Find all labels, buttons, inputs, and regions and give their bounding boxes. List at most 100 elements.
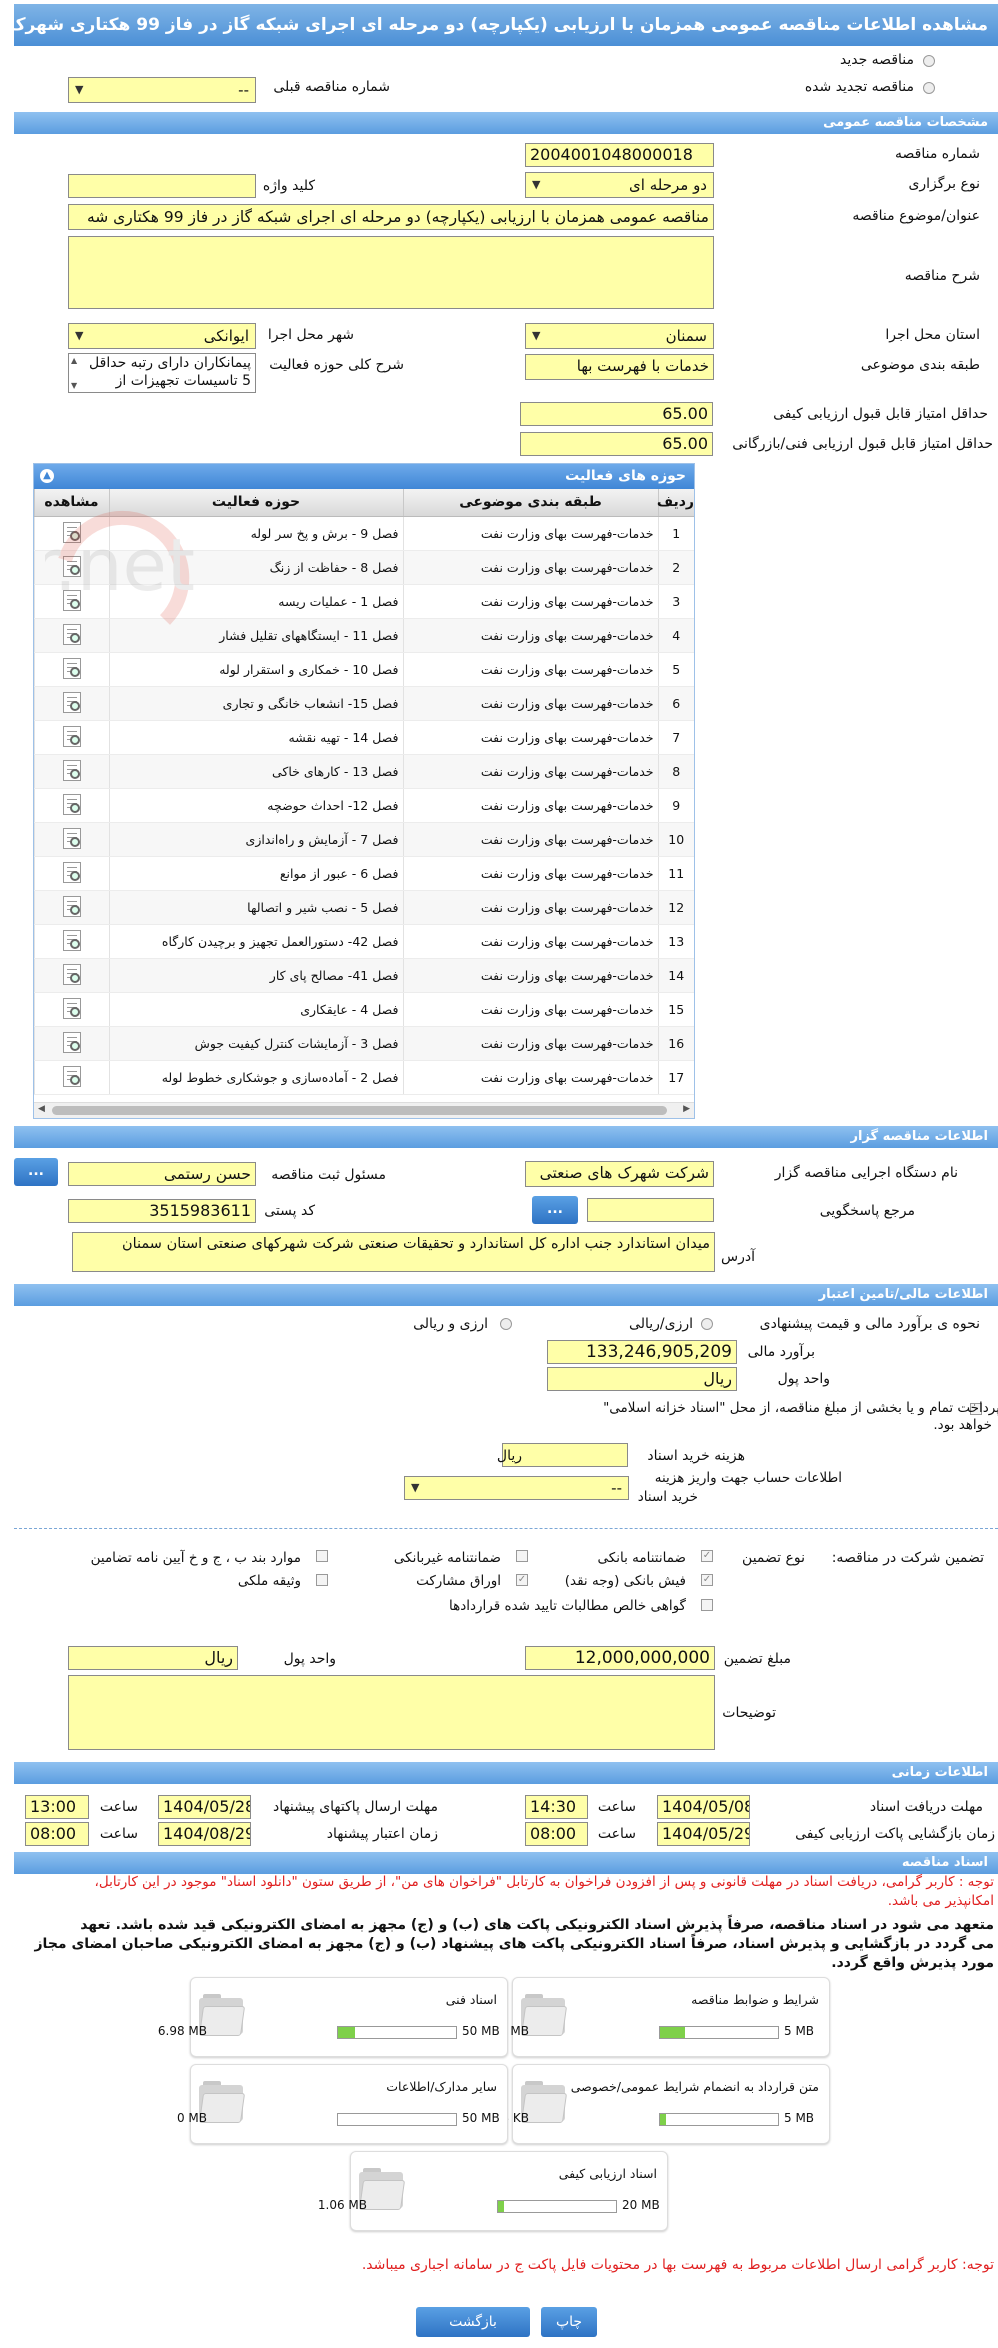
- scroll-right-icon[interactable]: ▶: [683, 1104, 690, 1114]
- col-header-category[interactable]: طبقه بندی موضوعی: [402, 489, 658, 517]
- document-file-card[interactable]: متن قرارداد به انضمام شرایط عمومی/خصوصی2…: [486, 2064, 830, 2144]
- net-claims-checkbox[interactable]: [701, 1599, 713, 1611]
- new-tender-radio[interactable]: [923, 55, 935, 67]
- estimate-field[interactable]: 133,246,905,209: [547, 1340, 737, 1364]
- address-field[interactable]: میدان استاندارد جنب اداره کل استاندارد و…: [72, 1232, 715, 1272]
- postal-code-field[interactable]: 3515983611: [68, 1199, 256, 1223]
- view-details-icon[interactable]: [59, 691, 85, 715]
- scroll-down-icon[interactable]: ▼: [71, 381, 77, 390]
- category-field[interactable]: خدمات با فهرست بها: [525, 354, 714, 380]
- view-details-icon[interactable]: [59, 657, 85, 681]
- table-row[interactable]: 1 خدمات-فهرست بهای وزارت نفت فصل 9 - برش و…: [34, 516, 694, 551]
- property-checkbox[interactable]: [316, 1574, 328, 1586]
- description-field[interactable]: [68, 236, 714, 309]
- table-row[interactable]: 9 خدمات-فهرست بهای وزارت نفت فصل 12- احداث…: [34, 788, 694, 823]
- guarantee-amount-field[interactable]: 12,000,000,000: [525, 1646, 715, 1670]
- bonds-checkbox[interactable]: ✓: [516, 1574, 528, 1586]
- tender-type-label: نوع برگزاری: [908, 176, 980, 192]
- document-file-card[interactable]: شرایط و ضوابط مناقصه1.06 MB5 MB: [480, 1977, 830, 2057]
- rial-radio[interactable]: [701, 1318, 713, 1330]
- fx-rial-radio[interactable]: [500, 1318, 512, 1330]
- document-file-card[interactable]: اسناد ارزیابی کیفی 1.06 MB 20 MB: [318, 2151, 668, 2231]
- doc-receive-date[interactable]: 1404/05/08: [657, 1795, 750, 1819]
- subject-field[interactable]: مناقصه عمومی همزمان با ارزیابی (یکپارچه)…: [68, 204, 714, 230]
- doc-receive-time[interactable]: 14:30: [525, 1795, 588, 1819]
- currency-field[interactable]: ریال: [547, 1367, 737, 1391]
- reference-lookup-button[interactable]: ...: [532, 1196, 578, 1224]
- activity-desc-field[interactable]: پیمانکاران دارای رتبه حداقل 5 تاسیسات تج…: [68, 353, 256, 393]
- clauses-checkbox[interactable]: [316, 1550, 328, 1562]
- keyword-field[interactable]: [68, 174, 256, 198]
- send-deadline-time[interactable]: 13:00: [25, 1795, 89, 1819]
- view-details-icon[interactable]: [59, 759, 85, 783]
- row-activity: فصل 9 - برش و پخ سر لوله: [108, 516, 403, 551]
- view-details-icon[interactable]: [59, 861, 85, 885]
- collapse-icon[interactable]: ▲: [40, 469, 54, 483]
- col-header-view[interactable]: مشاهده: [34, 489, 109, 517]
- view-details-icon[interactable]: [59, 589, 85, 613]
- table-row[interactable]: 2 خدمات-فهرست بهای وزارت نفت فصل 8 - حفاظت…: [34, 550, 694, 585]
- view-details-icon[interactable]: [59, 1065, 85, 1089]
- organizer-name-field[interactable]: شرکت شهرک های صنعتی: [525, 1161, 714, 1187]
- guarantee-currency-field[interactable]: ریال: [68, 1646, 238, 1670]
- min-tech-field[interactable]: 65.00: [520, 432, 713, 456]
- bank-receipt-checkbox[interactable]: ✓: [701, 1574, 713, 1586]
- city-select[interactable]: ایوانکی ▼: [68, 323, 256, 349]
- reference-field[interactable]: [587, 1198, 714, 1222]
- scroll-up-icon[interactable]: ▲: [71, 356, 77, 365]
- view-details-icon[interactable]: [59, 623, 85, 647]
- renewed-tender-radio[interactable]: [923, 82, 935, 94]
- back-button[interactable]: بازگشت: [416, 2307, 530, 2337]
- view-details-icon[interactable]: [59, 725, 85, 749]
- document-file-card[interactable]: سایر مدارک/اطلاعات 0 MB 50 MB: [177, 2064, 508, 2144]
- table-row[interactable]: 4 خدمات-فهرست بهای وزارت نفت فصل 11 - ایست…: [34, 618, 694, 653]
- responsible-field[interactable]: حسن رستمی: [68, 1162, 256, 1186]
- scrollbar-thumb[interactable]: [52, 1106, 667, 1115]
- table-row[interactable]: 11 خدمات-فهرست بهای وزارت نفت فصل 6 - عبور…: [34, 856, 694, 891]
- row-category: خدمات-فهرست بهای وزارت نفت: [402, 924, 658, 959]
- view-details-icon[interactable]: [59, 997, 85, 1021]
- table-row[interactable]: 15 خدمات-فهرست بهای وزارت نفت فصل 4 - عایق…: [34, 992, 694, 1027]
- responsible-lookup-button[interactable]: ...: [14, 1158, 58, 1186]
- send-deadline-date[interactable]: 1404/05/28: [158, 1795, 251, 1819]
- opening-time[interactable]: 08:00: [525, 1822, 588, 1846]
- view-details-icon[interactable]: [59, 521, 85, 545]
- notes-field[interactable]: [68, 1675, 715, 1750]
- view-details-icon[interactable]: [59, 895, 85, 919]
- table-row[interactable]: 5 خدمات-فهرست بهای وزارت نفت فصل 10 - خمکا…: [34, 652, 694, 687]
- file-size: 1.06 MB: [317, 2198, 367, 2212]
- table-row[interactable]: 13 خدمات-فهرست بهای وزارت نفت فصل 42- دستو…: [34, 924, 694, 959]
- view-details-icon[interactable]: [59, 793, 85, 817]
- table-row[interactable]: 14 خدمات-فهرست بهای وزارت نفت فصل 41- مصال…: [34, 958, 694, 993]
- validity-time[interactable]: 08:00: [25, 1822, 89, 1846]
- account-select[interactable]: -- ▼: [404, 1476, 629, 1500]
- view-details-icon[interactable]: [59, 929, 85, 953]
- col-header-row[interactable]: ردیف: [657, 489, 694, 517]
- horizontal-scrollbar[interactable]: ◀ ▶: [34, 1102, 694, 1118]
- table-row[interactable]: 17 خدمات-فهرست بهای وزارت نفت فصل 2 - آماد…: [34, 1060, 694, 1095]
- table-row[interactable]: 8 خدمات-فهرست بهای وزارت نفت فصل 13 - کاره…: [34, 754, 694, 789]
- table-row[interactable]: 6 خدمات-فهرست بهای وزارت نفت فصل 15- انشعا…: [34, 686, 694, 721]
- tender-type-select[interactable]: دو مرحله ای ▼: [525, 172, 714, 198]
- print-button[interactable]: چاپ: [541, 2307, 597, 2337]
- view-details-icon[interactable]: [59, 555, 85, 579]
- table-row[interactable]: 16 خدمات-فهرست بهای وزارت نفت فصل 3 - آزما…: [34, 1026, 694, 1061]
- table-row[interactable]: 7 خدمات-فهرست بهای وزارت نفت فصل 14 - تهیه…: [34, 720, 694, 755]
- province-select[interactable]: سمنان ▼: [525, 323, 714, 349]
- col-header-activity[interactable]: حوزه فعالیت: [108, 489, 403, 517]
- scroll-left-icon[interactable]: ◀: [38, 1104, 45, 1114]
- bank-guarantee-checkbox[interactable]: ✓: [701, 1550, 713, 1562]
- opening-date[interactable]: 1404/05/29: [657, 1822, 750, 1846]
- non-bank-guarantee-checkbox[interactable]: [516, 1550, 528, 1562]
- view-details-icon[interactable]: [59, 1031, 85, 1055]
- view-details-icon[interactable]: [59, 963, 85, 987]
- view-details-icon[interactable]: [59, 827, 85, 851]
- document-file-card[interactable]: اسناد فنی 6.98 MB 50 MB: [158, 1977, 508, 2057]
- min-quality-field[interactable]: 65.00: [520, 402, 713, 426]
- table-row[interactable]: 3 خدمات-فهرست بهای وزارت نفت فصل 1 - عملیا…: [34, 584, 694, 619]
- validity-date[interactable]: 1404/08/29: [158, 1822, 251, 1846]
- tender-number-field[interactable]: 2004001048000018: [525, 143, 714, 167]
- table-row[interactable]: 10 خدمات-فهرست بهای وزارت نفت فصل 7 - آزما…: [34, 822, 694, 857]
- prev-number-select[interactable]: -- ▼: [68, 77, 256, 103]
- table-row[interactable]: 12 خدمات-فهرست بهای وزارت نفت فصل 5 - نصب …: [34, 890, 694, 925]
